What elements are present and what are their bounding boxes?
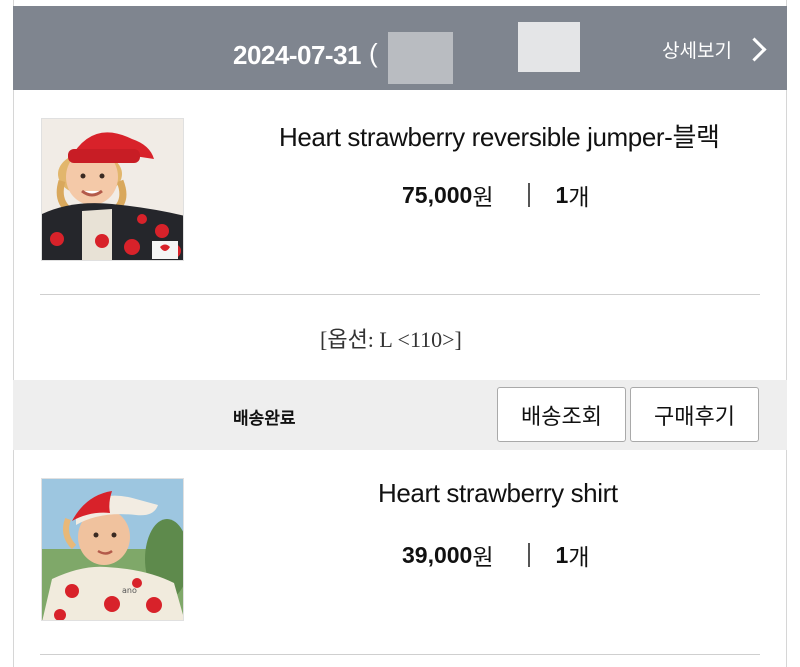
redacted-block bbox=[388, 32, 453, 84]
order-date: 2024-07-31 bbox=[233, 40, 362, 70]
section-divider bbox=[40, 654, 760, 655]
order-header: 2024-07-31 ( 상세보기 bbox=[13, 6, 787, 90]
product-thumbnail[interactable] bbox=[41, 118, 184, 261]
quantity-unit: 개 bbox=[568, 184, 590, 210]
order-date-suffix: ( bbox=[369, 38, 378, 68]
product-price: 75,000 bbox=[402, 181, 473, 208]
product-meta: 39,000 원 1개 bbox=[402, 538, 590, 572]
product-title[interactable]: Heart strawberry reversible jumper-블랙 bbox=[279, 117, 720, 154]
product-price: 39,000 bbox=[402, 541, 473, 568]
quantity-unit: 개 bbox=[568, 544, 590, 570]
divider bbox=[527, 543, 530, 567]
chevron-right-icon bbox=[742, 37, 767, 62]
section-divider bbox=[40, 294, 760, 295]
product-option: [옵션: L <110>] bbox=[320, 327, 462, 352]
currency-unit: 원 bbox=[472, 544, 494, 570]
product-quantity: 1 bbox=[555, 181, 569, 208]
currency-unit: 원 bbox=[472, 184, 494, 210]
detail-link-label: 상세보기 bbox=[662, 41, 732, 62]
shipment-status: 배송완료 bbox=[233, 409, 296, 428]
product-quantity: 1 bbox=[555, 541, 569, 568]
product-meta: 75,000 원 1개 bbox=[402, 178, 590, 212]
track-shipment-button[interactable]: 배송조회 bbox=[497, 387, 626, 442]
redacted-block bbox=[518, 22, 580, 72]
shipment-status-bar: 배송완료 배송조회 구매후기 bbox=[13, 380, 787, 450]
svg-text:ano: ano bbox=[122, 586, 137, 595]
product-thumbnail[interactable]: ano bbox=[41, 478, 184, 621]
detail-link[interactable]: 상세보기 bbox=[662, 36, 767, 63]
write-review-button[interactable]: 구매후기 bbox=[630, 387, 759, 442]
product-title[interactable]: Heart strawberry shirt bbox=[378, 478, 618, 509]
divider bbox=[527, 183, 530, 207]
